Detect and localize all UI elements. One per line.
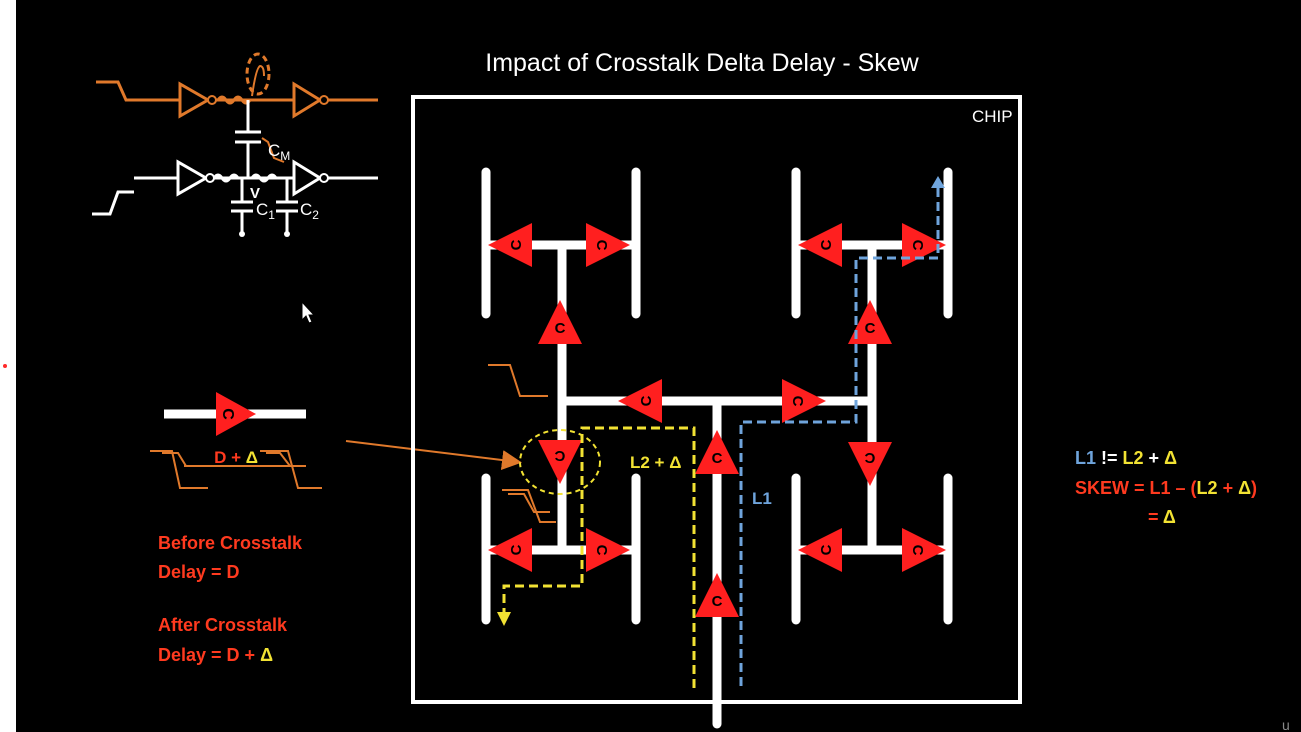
buffer-trunk-upper-symbol: C <box>712 450 723 467</box>
c1-ground <box>239 231 245 237</box>
before-crosstalk-line1: Before Crosstalk <box>158 533 303 553</box>
c2-label: C2 <box>300 200 319 222</box>
buffer-tr-left-symbol: C <box>818 239 835 250</box>
buffer-tl-right-symbol: C <box>593 240 610 251</box>
zoom-input-waveform-2 <box>162 452 202 467</box>
watermark-logo: u <box>1282 717 1290 732</box>
buffer-right-branch-up-symbol: C <box>865 320 876 337</box>
aggressor-driver-buffer <box>178 81 212 119</box>
buffer-main-right-symbol: C <box>789 396 806 407</box>
before-crosstalk-line2: Delay = D <box>158 562 240 582</box>
laser-pointer-dot <box>3 364 7 368</box>
aggressor-receiver-bubble <box>319 95 329 105</box>
cm-label: CM <box>268 141 290 163</box>
glitch-highlight <box>245 52 271 96</box>
aggressor-receiver-buffer <box>292 81 323 119</box>
buffer-br-left-symbol: C <box>818 544 835 555</box>
buffer-br-right-symbol: C <box>909 545 926 556</box>
buffer-left-branch-down-symbol: C <box>554 447 565 464</box>
c2-ground <box>284 231 290 237</box>
buffer-zoom: C D + Δ <box>150 392 522 489</box>
chip-label: CHIP <box>972 107 1013 126</box>
skew-equations: L1 != L2 + Δ SKEW = L1 – (L2 + Δ) = Δ <box>1075 448 1257 527</box>
buffer-tr-right-symbol: C <box>909 240 926 251</box>
after-crosstalk-line1: After Crosstalk <box>158 615 288 635</box>
zoom-output-waveform-1 <box>260 450 322 489</box>
buffer-right-branch-down-symbol: C <box>864 449 875 466</box>
equation-2: SKEW = L1 – (L2 + Δ) <box>1075 478 1257 498</box>
aggressor-driver-bubble <box>207 95 217 105</box>
l1-label: L1 <box>752 489 772 508</box>
l2-path-arrowhead <box>497 612 511 626</box>
equation-1: L1 != L2 + Δ <box>1075 448 1177 468</box>
buffer-main-left-symbol: C <box>638 395 655 406</box>
chip-aggressor-waveform-1 <box>488 364 548 397</box>
zoom-output-waveform-2 <box>266 452 306 467</box>
buffer-bl-left-symbol: C <box>508 544 525 555</box>
buffer-left-branch-up-symbol: C <box>555 320 566 337</box>
victim-driver-bubble <box>205 173 215 183</box>
buffer-trunk-lower-symbol: C <box>712 593 723 610</box>
l2-label: L2 + Δ <box>630 453 681 472</box>
victim-receiver-bubble <box>319 173 329 183</box>
victim-input-waveform <box>92 190 134 216</box>
page-title: Impact of Crosstalk Delta Delay - Skew <box>485 49 919 77</box>
equation-3: = Δ <box>1148 507 1176 527</box>
zoom-input-waveform-1 <box>150 450 208 489</box>
zoom-buffer-symbol: C <box>219 408 236 420</box>
zoom-pointer-arrow <box>345 440 522 470</box>
delay-label: D + Δ <box>214 448 258 467</box>
victim-driver-buffer <box>176 159 210 197</box>
delay-notes: Before Crosstalk Delay = D After Crossta… <box>158 533 303 665</box>
mouse-cursor-icon <box>301 300 316 324</box>
buffer-tl-left-symbol: C <box>508 239 525 250</box>
victim-receiver-buffer <box>292 159 323 197</box>
chip-aggressor-waveform-3 <box>508 493 550 513</box>
crosstalk-circuit: CM V C1 C2 <box>92 52 378 237</box>
glitch-waveform <box>251 64 265 97</box>
after-crosstalk-line2: Delay = D + Δ <box>158 645 273 665</box>
diagram-canvas: Impact of Crosstalk Delta Delay - Skew C… <box>3 49 1290 732</box>
buffer-bl-right-symbol: C <box>593 545 610 556</box>
l1-path-arrowhead <box>931 176 945 188</box>
aggressor-input-waveform <box>96 80 140 102</box>
c1-label: C1 <box>256 200 275 222</box>
